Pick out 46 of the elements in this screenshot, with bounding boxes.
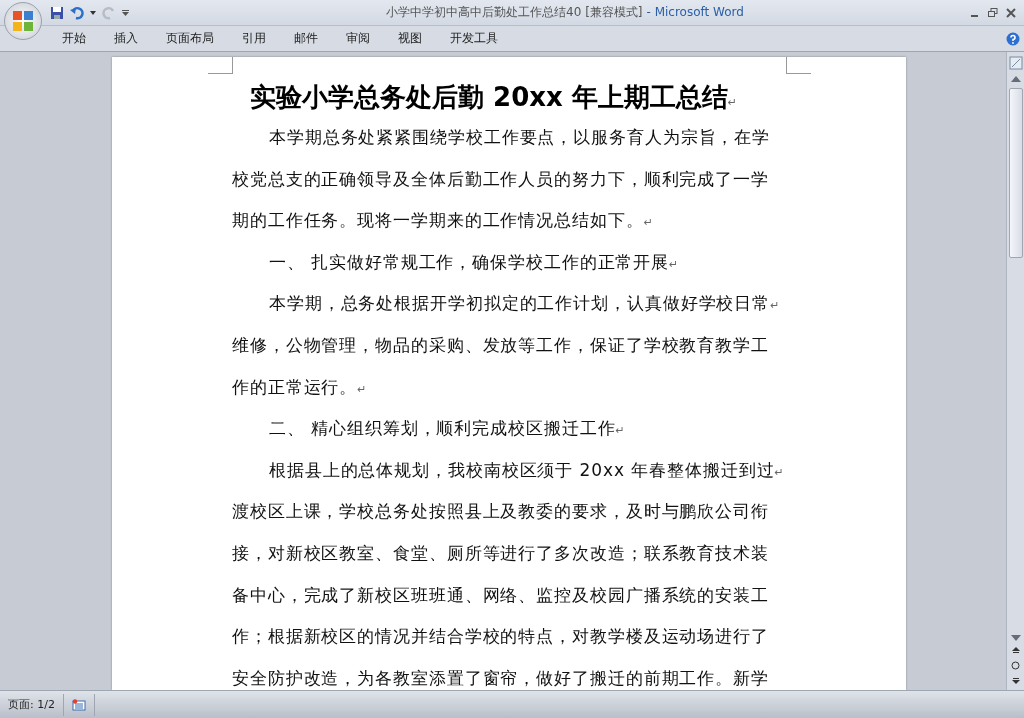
window-title: 小学中学初中高中后勤处工作总结40 [兼容模式] <box>386 5 643 19</box>
text-line: 安全防护改造，为各教室添置了窗帘，做好了搬迁的前期工作。新学 <box>232 666 769 690</box>
ribbon-tab[interactable]: 插入 <box>100 27 152 50</box>
save-icon[interactable] <box>50 5 64 20</box>
spelling-icon[interactable] <box>71 698 86 711</box>
next-page-icon[interactable] <box>1011 676 1020 684</box>
text-line: 作；根据新校区的情况并结合学校的特点，对教学楼及运动场进行了 <box>232 625 769 649</box>
ribbon-tab[interactable]: 审阅 <box>332 27 384 50</box>
customize-caret-icon[interactable] <box>122 9 129 16</box>
ribbon-tab[interactable]: 页面布局 <box>152 27 228 50</box>
ribbon-tab[interactable]: 开始 <box>48 27 100 50</box>
text-line: 本学期，总务处根据开学初拟定的工作计划，认真做好学校日常↵ <box>269 292 780 316</box>
text-line: 期的工作任务。现将一学期来的工作情况总结如下。↵ <box>232 209 653 233</box>
ruler-toggle-icon[interactable] <box>1008 56 1023 70</box>
text-line: 维修，公物管理，物品的采购、发放等工作，保证了学校教育教学工 <box>232 333 769 357</box>
scroll-thumb[interactable] <box>1008 88 1023 258</box>
previous-page-icon[interactable] <box>1011 647 1020 655</box>
caret-icon[interactable] <box>90 10 96 15</box>
text-line: 作的正常运行。↵ <box>232 375 367 399</box>
margin-corner-mark <box>208 57 233 74</box>
logo <box>10 8 36 34</box>
office-button[interactable] <box>4 2 42 40</box>
scroll-up-icon[interactable] <box>1010 76 1021 82</box>
app-name: - Microsoft Word <box>646 5 744 19</box>
text-line: 备中心，完成了新校区班班通、网络、监控及校园广播系统的安装工 <box>232 583 769 607</box>
text-line: 接，对新校区教室、食堂、厕所等进行了多次改造；联系教育技术装 <box>232 541 769 565</box>
text-line: 一、 扎实做好常规工作，确保学校工作的正常开展↵ <box>269 250 679 274</box>
page-count[interactable]: 页面: 1/2 <box>8 697 55 712</box>
ribbon-tab[interactable]: 引用 <box>228 27 280 50</box>
text-line: 本学期总务处紧紧围绕学校工作要点，以服务育人为宗旨，在学 <box>269 126 771 149</box>
scroll-down-icon[interactable] <box>1010 635 1021 641</box>
text-line: 根据县上的总体规划，我校南校区须于 20xx 年春整体搬迁到过↵ <box>269 458 784 482</box>
ribbon-tab[interactable]: 邮件 <box>280 27 332 50</box>
document-title: 实验小学总务处后勤 20xx 年上期工总结↵ <box>250 81 738 114</box>
restore-icon[interactable] <box>988 7 998 18</box>
ribbon-tab[interactable]: 开发工具 <box>436 27 512 50</box>
undo-icon[interactable] <box>70 5 84 20</box>
margin-corner-mark <box>786 57 811 74</box>
help-icon[interactable] <box>1006 31 1020 46</box>
text-line: 二、 精心组织筹划，顺利完成校区搬迁工作↵ <box>269 417 625 441</box>
close-icon[interactable] <box>1006 7 1016 18</box>
text-line: 渡校区上课，学校总务处按照县上及教委的要求，及时与鹏欣公司衔 <box>232 500 769 524</box>
text-line: 校党总支的正确领导及全体后勤工作人员的努力下，顺利完成了一学 <box>232 167 769 191</box>
vertical-scrollbar[interactable] <box>1006 52 1024 690</box>
ribbon-tab[interactable]: 视图 <box>384 27 436 50</box>
browse-object-icon[interactable] <box>1011 661 1020 670</box>
